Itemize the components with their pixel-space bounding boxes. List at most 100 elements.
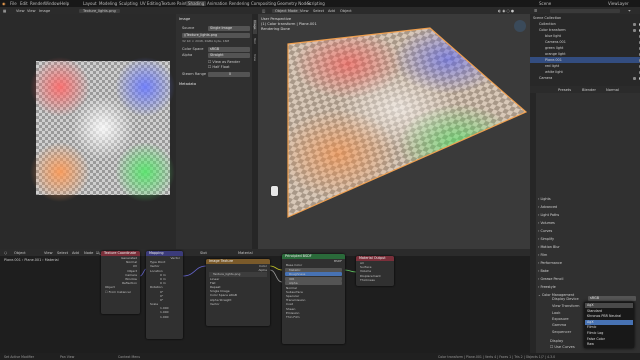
properties-section[interactable]: › Performance: [538, 260, 640, 266]
view-transform-option[interactable]: Filmic Log: [585, 331, 633, 336]
tab-rendering[interactable]: Rendering: [229, 1, 249, 6]
properties-section[interactable]: › Lights: [538, 196, 640, 202]
tab-layout[interactable]: Layout: [83, 1, 97, 6]
node-texture-coordinate[interactable]: Texture Coordinate Generated Normal UV O…: [101, 251, 140, 314]
object-mode-dropdown[interactable]: Object Mode: [272, 8, 301, 13]
filepath-field[interactable]: //Texture_lights.png: [182, 33, 250, 38]
properties-section[interactable]: › Grease Pencil: [538, 276, 640, 282]
scene-selector[interactable]: Scene: [539, 1, 551, 6]
properties-section[interactable]: › Freestyle: [538, 284, 640, 290]
blender-tab[interactable]: Blender: [582, 88, 596, 92]
viewport-menu-add[interactable]: Add: [328, 9, 335, 13]
menu-edit[interactable]: Edit: [20, 1, 28, 6]
display-section[interactable]: Display: [550, 339, 563, 344]
tab-scripting[interactable]: Scripting: [307, 1, 325, 6]
menu-window[interactable]: Window: [44, 1, 60, 6]
use-nodes-checkbox[interactable]: ☑ Use Nodes: [96, 251, 118, 257]
tab-compositing[interactable]: Compositing: [251, 1, 276, 6]
alpha-dropdown[interactable]: Straight: [208, 53, 250, 58]
from-instancer-checkbox[interactable]: ☐ From Instancer: [101, 290, 140, 294]
node-menu-object[interactable]: Object: [14, 251, 26, 255]
view-transform-option[interactable]: AgX: [585, 303, 633, 308]
node-menu-select[interactable]: Select: [57, 251, 68, 255]
viewport-menu-select[interactable]: Select: [313, 9, 324, 13]
tab-uv-editing[interactable]: UV Editing: [140, 1, 161, 6]
properties-section[interactable]: › Advanced: [538, 204, 640, 210]
image-editor-menu-view[interactable]: View: [16, 9, 25, 13]
tab-geometry-nodes[interactable]: Geometry Nodes: [277, 1, 311, 6]
properties-section[interactable]: › Simplify: [538, 236, 640, 242]
navigation-gizmo-icon[interactable]: [514, 20, 526, 32]
filter-icon[interactable]: ⏷: [628, 9, 631, 13]
sidebar-tab-tool[interactable]: Tool: [253, 38, 257, 50]
source-dropdown[interactable]: Single Image: [208, 26, 250, 31]
viewport-menu-object[interactable]: Object: [340, 9, 352, 13]
tab-sculpting[interactable]: Sculpting: [119, 1, 138, 6]
outliner-item[interactable]: Camera: [530, 75, 640, 81]
node-menu-view[interactable]: View: [44, 251, 53, 255]
properties-section[interactable]: › Light Paths: [538, 212, 640, 218]
image-name-field[interactable]: Texture_lights.png: [79, 8, 120, 13]
render-visibility-icon[interactable]: [633, 76, 636, 80]
tab-animation[interactable]: Animation: [207, 1, 227, 6]
properties-section[interactable]: › Bake: [538, 268, 640, 274]
image-editor-menu-view2[interactable]: View: [27, 9, 36, 13]
node-menu-add[interactable]: Add: [72, 251, 79, 255]
slot-dropdown[interactable]: Slot: [200, 251, 207, 255]
view-transform-option[interactable]: Khronos PBR Neutral: [585, 314, 633, 319]
node-image-texture[interactable]: Image Texture Color Alpha Texture_lights…: [206, 259, 270, 326]
properties-section[interactable]: › Volumes: [538, 220, 640, 226]
node-mapping[interactable]: Mapping Vector Type Point Vector Locatio…: [146, 251, 183, 339]
node-material-output[interactable]: Material Output All Surface Volume Displ…: [356, 256, 394, 286]
tab-shading[interactable]: Shading: [186, 1, 207, 6]
outliner-search-input[interactable]: [550, 8, 620, 13]
steam-range-field[interactable]: 0: [208, 72, 250, 77]
display-device-dropdown[interactable]: sRGB: [588, 296, 636, 301]
color-space-dropdown[interactable]: sRGB: [208, 47, 250, 52]
tab-texture-paint[interactable]: Texture Paint: [161, 1, 187, 6]
viewport-canvas[interactable]: User Perspective (1) Color transform | P…: [258, 14, 530, 249]
editor-type-icon[interactable]: ▦: [3, 9, 6, 13]
menu-file[interactable]: File: [10, 1, 17, 6]
bsdf-input-row[interactable]: Roughness: [285, 272, 342, 277]
outliner-editor-icon[interactable]: ☰: [534, 9, 537, 13]
node-editor-icon[interactable]: ⬡: [4, 251, 7, 255]
sidebar-tab-image[interactable]: Image: [253, 20, 257, 34]
properties-section[interactable]: › Curves: [538, 228, 640, 234]
material-dropdown[interactable]: Material: [238, 251, 253, 255]
tab-modeling[interactable]: Modeling: [99, 1, 117, 6]
view-transform-dropdown-menu: AgX Standard Khronos PBR Neutral AgX Filmic F…: [584, 302, 634, 348]
view-transform-option[interactable]: Raw: [585, 342, 633, 347]
render-visibility-icon[interactable]: [633, 28, 636, 32]
metadata-panel[interactable]: Metadata: [179, 82, 196, 87]
half-float-checkbox[interactable]: ☐ Half Float: [208, 65, 230, 70]
properties-section[interactable]: › Film: [538, 252, 640, 258]
node-principled-bsdf[interactable]: Principled BSDF BSDF Base Color Metallic R…: [282, 254, 345, 344]
image-texture-alpha-value[interactable]: Straight: [220, 298, 232, 302]
sidebar-tab-view[interactable]: View: [253, 54, 257, 66]
view-transform-option[interactable]: False Color: [585, 337, 633, 342]
bsdf-input-row[interactable]: Base Color: [282, 263, 345, 267]
presets-tab[interactable]: Presets: [558, 88, 571, 92]
use-curves-checkbox[interactable]: ☐ Use Curves: [550, 345, 575, 350]
properties-section[interactable]: › Motion Blur: [538, 244, 640, 250]
menu-render[interactable]: Render: [30, 1, 44, 6]
blender-logo-icon[interactable]: ◉: [2, 1, 6, 6]
normal-tab[interactable]: Normal: [606, 88, 619, 92]
node-menu-node[interactable]: Node: [84, 251, 93, 255]
node-canvas[interactable]: Plane.001 › Plane.001 › Material Texture…: [0, 251, 530, 353]
render-visibility-icon[interactable]: [633, 22, 636, 26]
image-editor-canvas[interactable]: [0, 14, 176, 249]
viewport-editor-icon[interactable]: ◫: [262, 9, 265, 13]
image-editor-menu-image[interactable]: Image: [39, 9, 50, 13]
image-panel-title[interactable]: Image: [179, 17, 190, 22]
view-transform-option[interactable]: Standard: [585, 309, 633, 314]
shading-mode-icons[interactable]: ◐ ◉ ○ ●: [498, 9, 514, 13]
viewport-menu-view[interactable]: View: [300, 9, 309, 13]
view-transform-option[interactable]: Filmic: [585, 325, 633, 330]
menu-help[interactable]: Help: [60, 1, 69, 6]
mapping-scale-z[interactable]: 1.000: [146, 315, 183, 319]
bsdf-input-row[interactable]: Thin Film: [282, 315, 345, 319]
view-transform-option[interactable]: AgX: [585, 319, 633, 325]
view-layer-selector[interactable]: ViewLayer: [608, 1, 629, 6]
